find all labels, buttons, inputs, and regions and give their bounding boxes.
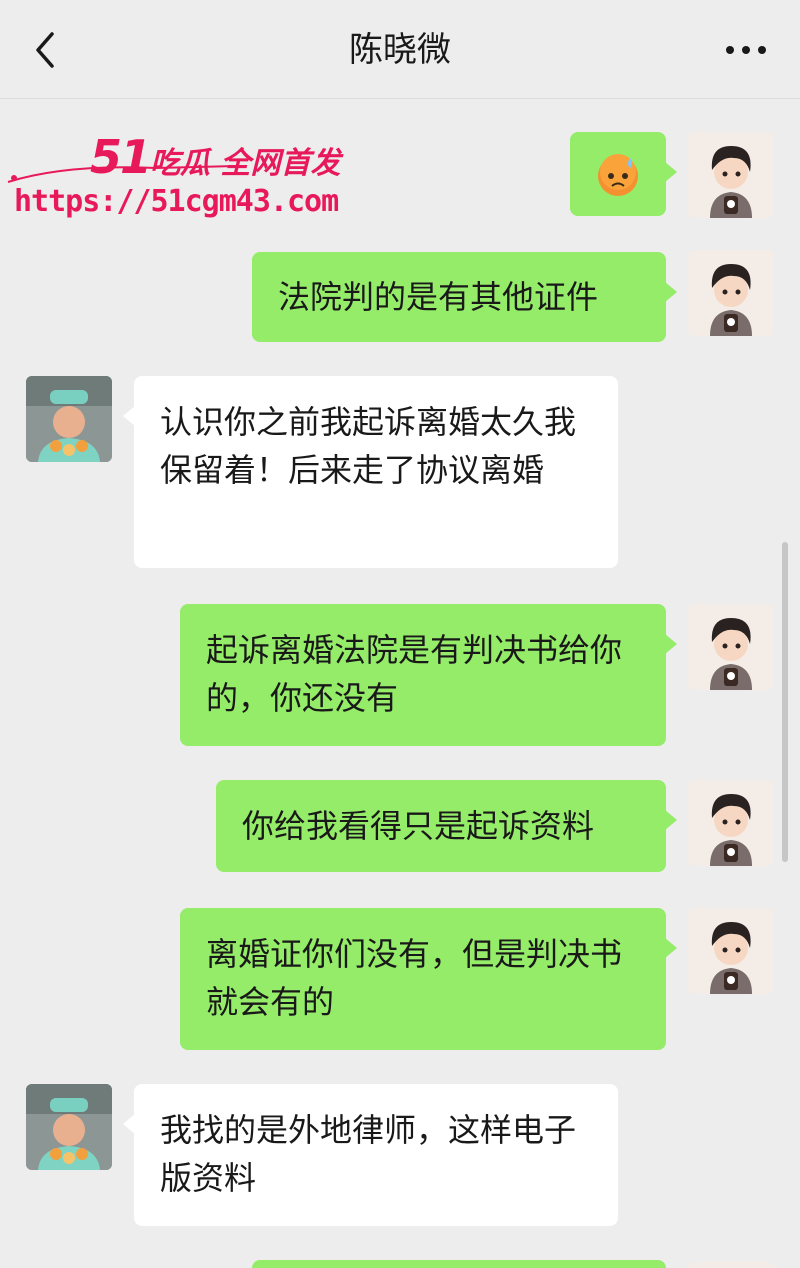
- avatar-contact[interactable]: [26, 376, 112, 462]
- avatar-me-partial[interactable]: [688, 1262, 774, 1268]
- chat-title: 陈晓微: [349, 30, 451, 70]
- message-bubble-sent[interactable]: [570, 132, 677, 216]
- doll-avatar-icon: [26, 376, 112, 462]
- message-bubble-sent[interactable]: 你给我看得只是起诉资料: [216, 780, 677, 872]
- watermark: 51吃瓜 全网首发 https://51cgm43.com: [6, 124, 340, 224]
- scrollbar[interactable]: [782, 542, 788, 862]
- boy-avatar-icon: [688, 250, 774, 336]
- more-button[interactable]: [722, 30, 770, 70]
- avatar-contact[interactable]: [26, 1084, 112, 1170]
- avatar-me[interactable]: [688, 780, 774, 866]
- message-bubble-sent[interactable]: 法院判的是有其他证件: [252, 252, 677, 342]
- doll-avatar-icon: [26, 1084, 112, 1170]
- boy-avatar-icon: [688, 780, 774, 866]
- boy-avatar-icon: [688, 604, 774, 690]
- chat-header: 陈晓微: [0, 0, 800, 99]
- avatar-me[interactable]: [688, 604, 774, 690]
- message-bubble-received[interactable]: 我找的是外地律师，这样电子版资料: [123, 1084, 618, 1226]
- watermark-url: https://51cgm43.com: [14, 184, 339, 219]
- avatar-me[interactable]: [688, 250, 774, 336]
- message-bubble-sent[interactable]: 起诉离婚法院是有判决书给你的，你还没有: [180, 604, 677, 746]
- message-bubble-received[interactable]: 认识你之前我起诉离婚太久我保留着！后来走了协议离婚: [123, 376, 618, 568]
- boy-avatar-icon: [688, 908, 774, 994]
- message-bubble-sent[interactable]: 离婚证你们没有，但是判决书就会有的: [180, 908, 677, 1050]
- avatar-me[interactable]: [688, 908, 774, 994]
- boy-avatar-icon: [688, 132, 774, 218]
- watermark-brand: 51吃瓜 全网首发: [90, 130, 341, 184]
- sweat-face-emoji-icon: [598, 154, 638, 196]
- message-bubble-sent-partial[interactable]: [252, 1260, 666, 1268]
- avatar-me[interactable]: [688, 132, 774, 218]
- more-dots-icon: [726, 46, 766, 54]
